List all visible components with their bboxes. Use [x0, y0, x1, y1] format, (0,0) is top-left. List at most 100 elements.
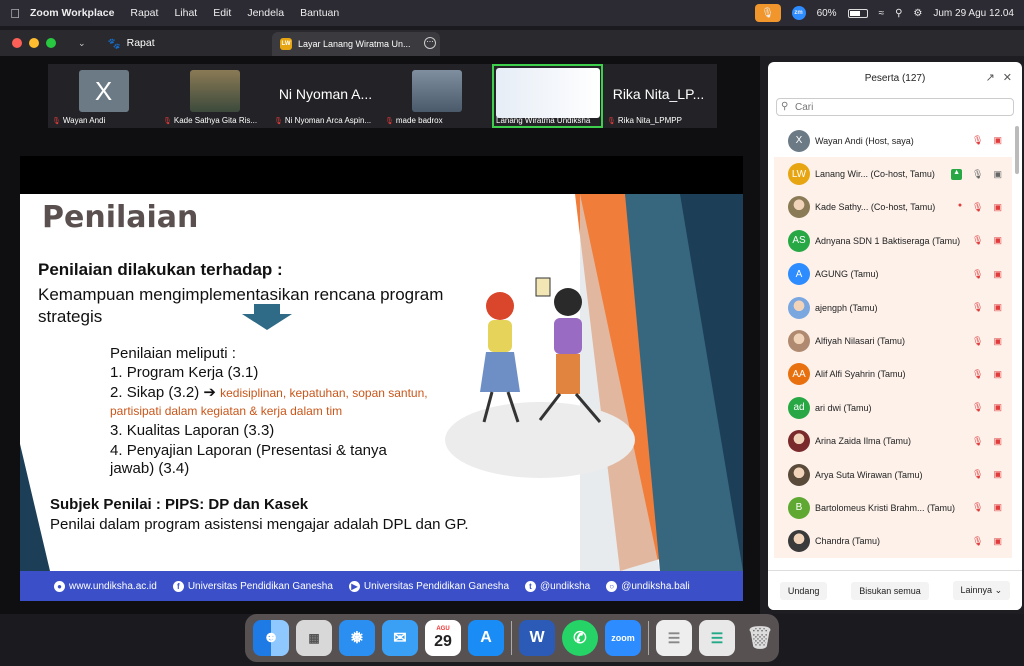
video-off-icon: ▣ — [993, 502, 1002, 513]
list-item: 4. Penyajian Laporan (Presentasi & tanya… — [110, 442, 387, 477]
control-center-icon[interactable]: ⚙ — [913, 8, 922, 19]
search-input[interactable]: ⚲ Cari — [776, 98, 1014, 116]
menu-app[interactable]: Zoom Workplace — [30, 7, 114, 19]
tab-rapat[interactable]: 🐾 Rapat — [108, 37, 155, 50]
more-button[interactable]: Lainnya ⌄ — [952, 581, 1011, 600]
menu-lihat[interactable]: Lihat — [174, 7, 197, 19]
mic-icon: 🎙 — [972, 168, 984, 179]
participant-name: Alif Alfi Syahrin (Tamu) — [815, 369, 906, 380]
clock[interactable]: Jum 29 Agu 12.04 — [933, 8, 1014, 19]
mic-muted-icon: 🎙 — [972, 302, 984, 313]
launchpad-icon[interactable]: ▦ — [296, 620, 332, 656]
menu-rapat[interactable]: Rapat — [130, 7, 158, 19]
calendar-icon[interactable]: AGU 29 — [425, 620, 461, 656]
more-options-icon[interactable]: ⋯ — [424, 37, 436, 49]
zoom-icon[interactable]: zoom — [605, 620, 641, 656]
menu-edit[interactable]: Edit — [213, 7, 231, 19]
participant-name: ari dwi (Tamu) — [815, 402, 872, 413]
trash-icon[interactable]: 🗑 — [742, 620, 778, 656]
participant-row[interactable]: ad ari dwi (Tamu) 🎙 ▣ — [774, 391, 1012, 425]
participant-row[interactable]: X Wayan Andi (Host, saya) 🎙 ▣ — [774, 124, 1012, 158]
participant-tile[interactable]: Rika Nita_LP... 🎙 Rika Nita_LPMPP — [603, 64, 714, 128]
invite-button[interactable]: Undang — [779, 581, 828, 600]
panel-header: Peserta (127) ↗ ✕ — [768, 62, 1022, 94]
participant-row[interactable]: Kade Sathy... (Co-host, Tamu) ● 🎙 ▣ — [774, 190, 1012, 225]
participant-status: 🎙 ▣ — [972, 502, 1002, 513]
tab-screen-share[interactable]: LW Layar Lanang Wiratma Un... — [272, 32, 440, 56]
video-off-icon: ▣ — [993, 235, 1002, 246]
participant-tile[interactable]: 🎙 made badrox — [381, 64, 492, 128]
minimize-window-button[interactable] — [29, 38, 39, 48]
participant-row[interactable]: LW Lanang Wir... (Co-host, Tamu) ▲ 🎙 ▣ — [774, 157, 1012, 191]
document-icon[interactable]: ☰ — [699, 620, 735, 656]
zoom-window-button[interactable] — [46, 38, 56, 48]
avatar: B — [788, 496, 810, 519]
zoom-status-icon[interactable]: zm — [791, 6, 806, 20]
slide-footer: ● www.undiksha.ac.id f Universitas Pendidi… — [20, 571, 743, 601]
meeting-stage: X 🎙 Wayan Andi 🎙 Kade Sathya Gita Ris... N… — [0, 56, 760, 614]
video-off-icon: ▣ — [993, 268, 1002, 279]
instagram-icon: ○ — [606, 580, 618, 592]
mic-muted-icon: 🎙 — [972, 268, 984, 279]
participant-name: Lanang Wir... (Co-host, Tamu) — [815, 169, 935, 180]
participant-tile-speaking[interactable]: Lanang Wiratma Undiksha — [492, 64, 603, 128]
participant-name: Alfiyah Nilasari (Tamu) — [815, 336, 906, 347]
participant-tile[interactable]: Ni Nyoman A... 🎙 Ni Nyoman Arca Aspin... — [270, 64, 381, 128]
participant-row[interactable]: Alfiyah Nilasari (Tamu) 🎙 ▣ — [774, 324, 1012, 358]
globe-icon: ● — [54, 580, 65, 592]
participant-name: made badrox — [395, 116, 443, 125]
video-off-icon: ▣ — [993, 435, 1002, 446]
list-item: 1. Program Kerja (3.1) — [110, 364, 259, 381]
panel-title: Peserta (127) — [864, 72, 926, 84]
participant-row[interactable]: Arina Zaida Ilma (Tamu) 🎙 ▣ — [774, 424, 1012, 458]
participant-row[interactable]: Arya Suta Wirawan (Tamu) 🎙 ▣ — [774, 457, 1012, 492]
shared-screen: Penilaian Penilaian dilakukan terhadap :… — [20, 156, 743, 601]
video-off-icon: ▣ — [993, 302, 1002, 313]
participant-status: 🎙 ▣ — [972, 436, 1002, 447]
participant-row[interactable]: B Bartolomeus Kristi Brahm... (Tamu) 🎙 ▣ — [774, 491, 1012, 525]
twitter-icon: t — [525, 580, 537, 592]
apple-icon[interactable]:  — [0, 6, 30, 21]
popout-icon[interactable]: ↗ — [986, 71, 995, 84]
participant-row[interactable]: AS Adnyana SDN 1 Baktiseraga (Tamu) 🎙 ▣ — [774, 224, 1012, 258]
menu-bar:  Zoom Workplace Rapat Lihat Edit Jendel… — [0, 0, 1024, 26]
finder-icon[interactable]: ☻ — [253, 620, 289, 656]
video-off-icon: ▣ — [993, 402, 1002, 413]
avatar-photo — [788, 463, 810, 486]
chevron-down-icon[interactable]: ⌄ — [78, 38, 86, 49]
wifi-icon[interactable]: ≈ — [879, 8, 885, 19]
close-window-button[interactable] — [12, 38, 22, 48]
mail-icon[interactable]: ✉ — [382, 620, 418, 656]
mic-muted-icon: 🎙 — [972, 368, 984, 379]
participant-tile[interactable]: 🎙 Kade Sathya Gita Ris... — [159, 64, 270, 128]
participant-row[interactable]: A AGUNG (Tamu) 🎙 ▣ — [774, 257, 1012, 291]
scrollbar[interactable] — [1015, 126, 1019, 174]
participant-row[interactable]: AA Alif Alfi Syahrin (Tamu) 🎙 ▣ — [774, 357, 1012, 392]
app-store-icon[interactable]: A — [468, 620, 504, 656]
close-icon[interactable]: ✕ — [1003, 71, 1012, 84]
document-icon[interactable]: ☰ — [656, 620, 692, 656]
avatar: AS — [788, 229, 810, 252]
mic-in-use-icon[interactable]: 🎙 — [754, 4, 781, 22]
word-icon[interactable]: W — [519, 620, 555, 656]
search-icon[interactable]: ⚲ — [895, 8, 902, 19]
menu-jendela[interactable]: Jendela — [247, 7, 284, 19]
menu-bantuan[interactable]: Bantuan — [300, 7, 339, 19]
whatsapp-icon[interactable]: ✆ — [562, 620, 598, 656]
participant-name: Wayan Andi — [62, 116, 106, 125]
footer-youtube: ▶ Universitas Pendidikan Ganesha — [348, 580, 509, 592]
participant-tile[interactable]: X 🎙 Wayan Andi — [48, 64, 159, 128]
avatar: ad — [788, 396, 810, 419]
recording-icon: ● — [957, 201, 963, 209]
participant-name: AGUNG (Tamu) — [815, 269, 879, 280]
mute-all-button[interactable]: Bisukan semua — [851, 581, 929, 600]
participant-row[interactable]: Chandra (Tamu) 🎙 ▣ — [774, 524, 1012, 559]
participant-name: Arya Suta Wirawan (Tamu) — [815, 469, 923, 480]
participant-row[interactable]: ajengph (Tamu) 🎙 ▣ — [774, 290, 1012, 325]
participant-status: 🎙 ▣ — [972, 536, 1002, 547]
mic-muted-icon: 🎙 — [163, 117, 172, 125]
battery-icon[interactable] — [847, 8, 868, 18]
students-illustration — [445, 277, 635, 478]
participant-name: Kade Sathy... (Co-host, Tamu) — [815, 202, 936, 213]
safari-icon[interactable]: ❅ — [339, 620, 375, 656]
